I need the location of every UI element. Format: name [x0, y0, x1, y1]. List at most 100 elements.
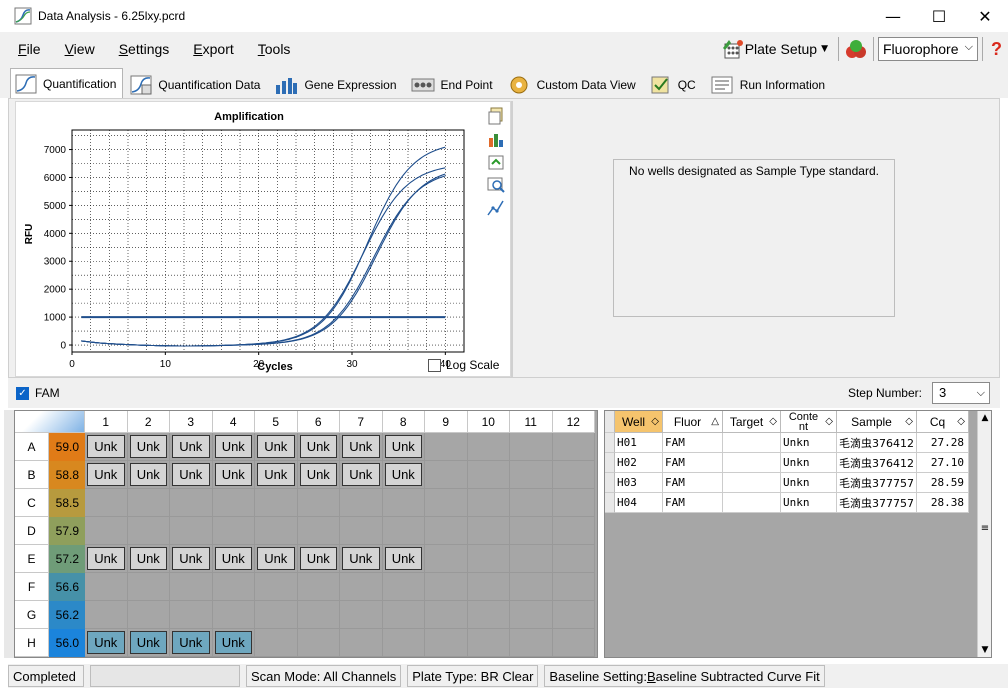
plate-well[interactable]: Unk — [85, 461, 128, 489]
plate-well[interactable] — [170, 517, 213, 545]
plate-well[interactable] — [297, 573, 340, 601]
plate-well[interactable] — [255, 629, 298, 657]
plate-well[interactable]: Unk — [255, 545, 298, 573]
amplification-chart[interactable]: Amplification Cycles RFU 0 10 20 30 40010002… — [16, 102, 484, 374]
zoom-chart-icon[interactable] — [486, 175, 506, 195]
plate-well[interactable] — [255, 573, 298, 601]
curve-style-icon[interactable] — [486, 198, 506, 218]
plate-well[interactable] — [425, 433, 468, 461]
plate-well[interactable] — [297, 629, 340, 657]
plate-setup-button[interactable]: Plate Setup ▼ — [721, 38, 828, 60]
plate-well[interactable]: Unk — [382, 545, 425, 573]
scroll-grip-icon[interactable]: ≡ — [980, 524, 990, 539]
plate-well[interactable]: Unk — [127, 433, 170, 461]
plate-row-header[interactable]: F — [15, 573, 49, 601]
column-header-target[interactable]: Target ◇ — [723, 411, 781, 433]
plate-well[interactable] — [467, 573, 510, 601]
plate-well[interactable] — [552, 433, 595, 461]
plate-column-header[interactable]: 8 — [382, 411, 425, 433]
plate-well[interactable] — [425, 573, 468, 601]
plate-row-header[interactable]: A — [15, 433, 49, 461]
plate-well[interactable] — [255, 489, 298, 517]
plate-well[interactable]: Unk — [382, 433, 425, 461]
plate-well[interactable] — [552, 629, 595, 657]
plate-well[interactable] — [212, 573, 255, 601]
row-selector[interactable] — [605, 433, 615, 453]
plate-row-header[interactable]: G — [15, 601, 49, 629]
maximize-button[interactable]: ☐ — [916, 0, 962, 32]
plate-well[interactable] — [340, 489, 383, 517]
plate-well[interactable] — [85, 601, 128, 629]
table-corner[interactable] — [605, 411, 615, 433]
chart-settings-icon[interactable] — [486, 129, 506, 149]
plate-well[interactable]: Unk — [170, 545, 213, 573]
plate-row-header[interactable]: H — [15, 629, 49, 657]
copy-icon[interactable] — [486, 106, 506, 126]
plate-well[interactable]: Unk — [127, 629, 170, 657]
plate-well[interactable] — [425, 461, 468, 489]
plate-well[interactable]: Unk — [85, 545, 128, 573]
close-button[interactable]: ✕ — [962, 0, 1008, 32]
sort-icon[interactable]: ◇ — [769, 416, 777, 427]
plate-well[interactable] — [340, 573, 383, 601]
column-header-fluor[interactable]: Fluor △ — [663, 411, 723, 433]
sort-icon[interactable]: ◇ — [957, 416, 965, 427]
plate-well[interactable] — [467, 433, 510, 461]
menu-file[interactable]: File — [14, 39, 45, 59]
plate-well[interactable] — [127, 573, 170, 601]
plate-well[interactable] — [382, 489, 425, 517]
plate-well[interactable] — [127, 601, 170, 629]
plate-well[interactable] — [382, 517, 425, 545]
plate-column-header[interactable]: 7 — [340, 411, 383, 433]
tab-run-information[interactable]: Run Information — [704, 70, 833, 98]
plate-well[interactable]: Unk — [340, 433, 383, 461]
tab-quantification[interactable]: Quantification — [10, 68, 124, 98]
plate-well[interactable] — [510, 629, 553, 657]
sort-icon[interactable]: △ — [711, 416, 719, 427]
fluorophore-select[interactable]: Fluorophore ⌵ — [878, 37, 978, 61]
plate-well[interactable] — [510, 461, 553, 489]
menu-settings[interactable]: Settings — [115, 39, 174, 59]
menu-tools[interactable]: Tools — [254, 39, 295, 59]
plate-well[interactable] — [510, 517, 553, 545]
plate-well[interactable]: Unk — [212, 433, 255, 461]
plate-well[interactable] — [170, 601, 213, 629]
plate-well[interactable] — [297, 601, 340, 629]
table-row[interactable]: H04 FAM Unkn 毛滴虫377757 28.38 — [605, 493, 969, 513]
plate-well[interactable] — [255, 517, 298, 545]
sort-icon[interactable]: ◇ — [651, 416, 659, 427]
plate-column-header[interactable]: 2 — [127, 411, 170, 433]
tab-end-point[interactable]: End Point — [405, 70, 500, 98]
plate-well[interactable] — [425, 545, 468, 573]
plate-column-header[interactable]: 12 — [552, 411, 595, 433]
plate-well[interactable] — [340, 601, 383, 629]
plate-well[interactable]: Unk — [255, 433, 298, 461]
plate-well[interactable] — [170, 489, 213, 517]
table-row[interactable]: H01 FAM Unkn 毛滴虫376412 27.28 — [605, 433, 969, 453]
plate-well[interactable] — [340, 629, 383, 657]
plate-well[interactable] — [467, 489, 510, 517]
plate-well[interactable] — [510, 545, 553, 573]
row-selector[interactable] — [605, 453, 615, 473]
plate-column-header[interactable]: 4 — [212, 411, 255, 433]
plate-well[interactable] — [127, 489, 170, 517]
plate-well[interactable] — [212, 489, 255, 517]
plate-well[interactable] — [552, 489, 595, 517]
plate-well[interactable]: Unk — [340, 545, 383, 573]
plate-splitter[interactable] — [4, 410, 14, 658]
plate-well[interactable]: Unk — [382, 461, 425, 489]
plate-well[interactable]: Unk — [127, 545, 170, 573]
plate-well[interactable] — [467, 601, 510, 629]
plate-well[interactable] — [127, 517, 170, 545]
plate-well[interactable] — [85, 573, 128, 601]
tab-gene-expression[interactable]: Gene Expression — [269, 70, 404, 98]
plate-well[interactable] — [297, 489, 340, 517]
fam-checkbox[interactable]: ✓ — [16, 386, 29, 400]
plate-well[interactable] — [510, 433, 553, 461]
plate-well[interactable] — [552, 461, 595, 489]
plate-well[interactable]: Unk — [212, 461, 255, 489]
plate-well[interactable] — [382, 601, 425, 629]
well-groups-icon[interactable] — [843, 36, 869, 62]
plate-well[interactable] — [467, 517, 510, 545]
plate-well[interactable] — [552, 601, 595, 629]
